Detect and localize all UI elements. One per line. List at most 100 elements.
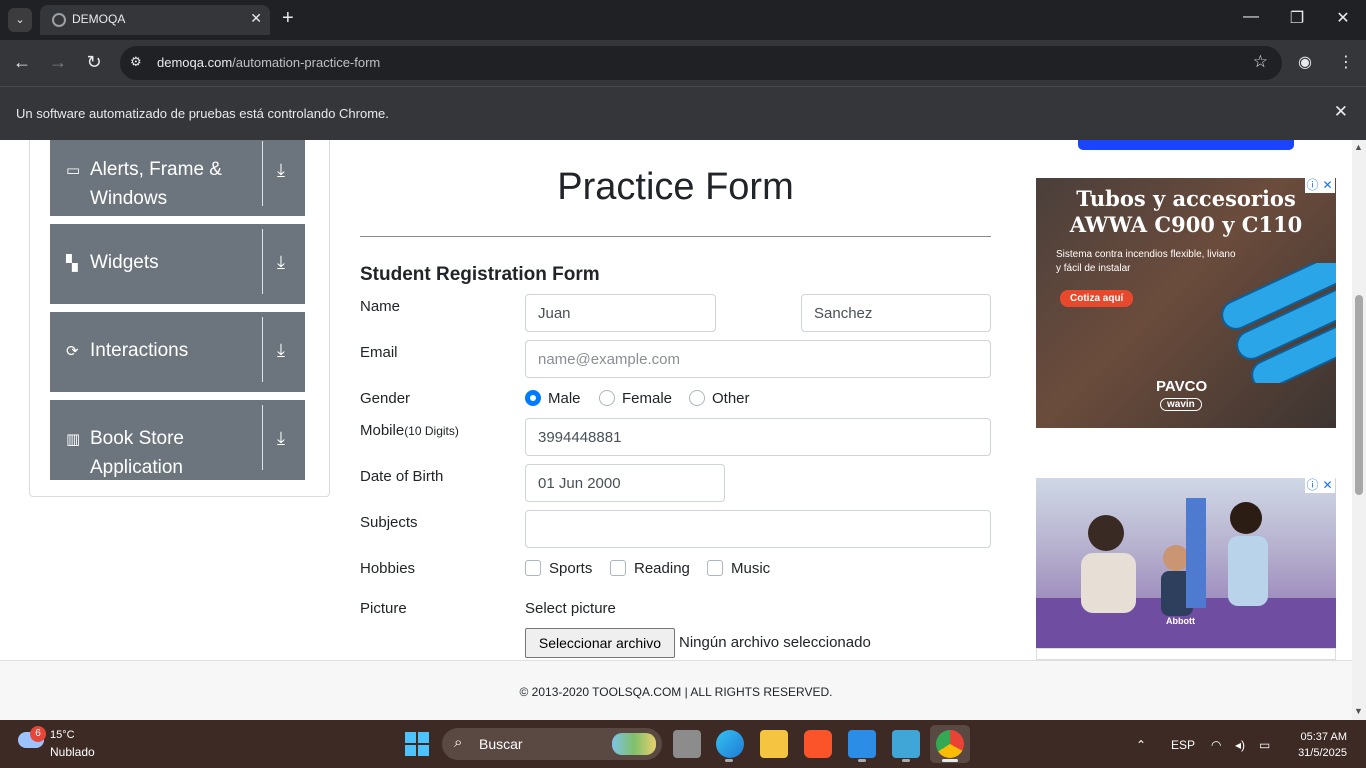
ad-info-icon[interactable]: ⓘ bbox=[1305, 178, 1320, 193]
minimize-button[interactable]: — bbox=[1236, 8, 1266, 26]
sidebar-group-bookstore[interactable]: ▥ Book Store Application ⤓ bbox=[50, 400, 305, 480]
download-arrow-icon[interactable]: ⤓ bbox=[277, 428, 285, 449]
menu-kebab-icon[interactable]: ⋮ bbox=[1338, 52, 1354, 72]
title-divider bbox=[360, 236, 991, 237]
tab-close-icon[interactable]: ✕ bbox=[250, 10, 262, 27]
ad-headline: Tubos y accesorios AWWA C900 y C110 bbox=[1069, 186, 1303, 237]
choose-file-button[interactable]: Seleccionar archivo bbox=[525, 628, 675, 658]
close-window-button[interactable]: ✕ bbox=[1328, 8, 1358, 28]
weather-condition: Nublado bbox=[50, 745, 95, 759]
forward-button[interactable]: → bbox=[46, 52, 70, 73]
hobby-sports-checkbox[interactable] bbox=[525, 560, 541, 576]
interactions-icon: ⟳ bbox=[66, 343, 79, 360]
page-content: ▭ Alerts, Frame & Windows ⤓ ▚ Widgets ⤓ … bbox=[0, 140, 1352, 660]
url-path: /automation-practice-form bbox=[232, 55, 381, 70]
divider bbox=[262, 229, 263, 294]
reload-button[interactable]: ↻ bbox=[82, 52, 106, 73]
mobile-label-text: Mobile bbox=[360, 422, 405, 439]
chevron-down-icon: ⌄ bbox=[15, 14, 25, 26]
infobar-message: Un software automatizado de pruebas está… bbox=[16, 106, 389, 121]
hobby-music-checkbox[interactable] bbox=[707, 560, 723, 576]
hobby-sports-label[interactable]: Sports bbox=[549, 560, 592, 577]
gender-male-label[interactable]: Male bbox=[548, 390, 581, 407]
tab-search-button[interactable]: ⌄ bbox=[8, 8, 32, 32]
wifi-icon[interactable]: ◠ bbox=[1211, 738, 1221, 752]
hobby-reading-checkbox[interactable] bbox=[610, 560, 626, 576]
chrome-icon[interactable] bbox=[936, 730, 964, 758]
file-explorer-icon[interactable] bbox=[760, 730, 788, 758]
volume-icon[interactable]: ◂) bbox=[1235, 738, 1245, 752]
edge-icon[interactable] bbox=[716, 730, 744, 758]
email-label: Email bbox=[360, 344, 398, 361]
sidebar-group-widgets[interactable]: ▚ Widgets ⤓ bbox=[50, 224, 305, 304]
clock-date: 31/5/2025 bbox=[1298, 747, 1347, 759]
sidebar-group-label: Book Store Application bbox=[90, 428, 184, 478]
ad-abbott[interactable]: Abbott bbox=[1036, 478, 1336, 648]
subjects-label: Subjects bbox=[360, 514, 418, 531]
scrollbar-thumb[interactable] bbox=[1355, 295, 1363, 495]
start-button[interactable] bbox=[405, 732, 429, 756]
ad-banner-top[interactable] bbox=[1078, 140, 1294, 150]
running-indicator bbox=[902, 759, 910, 762]
divider bbox=[262, 141, 263, 206]
form-subtitle: Student Registration Form bbox=[360, 264, 600, 285]
widgets-icon: ▚ bbox=[66, 255, 78, 272]
mobile-label: Mobile(10 Digits) bbox=[360, 422, 459, 439]
file-status: Ningún archivo seleccionado bbox=[679, 634, 871, 651]
gender-female-radio[interactable] bbox=[599, 390, 615, 406]
sidebar-group-label: Alerts, Frame & Windows bbox=[90, 159, 222, 209]
restore-button[interactable]: ❐ bbox=[1282, 8, 1312, 28]
site-info-icon[interactable]: ⚙ bbox=[130, 54, 142, 70]
vscode-icon[interactable] bbox=[848, 730, 876, 758]
mobile-hint: (10 Digits) bbox=[404, 424, 459, 438]
ad-cta-button[interactable]: Cotiza aquí bbox=[1060, 290, 1134, 307]
sidebar-group-interactions[interactable]: ⟳ Interactions ⤓ bbox=[50, 312, 305, 392]
last-name-input[interactable]: Sanchez bbox=[801, 294, 991, 332]
hobby-music-label[interactable]: Music bbox=[731, 560, 770, 577]
gender-other-label[interactable]: Other bbox=[712, 390, 750, 407]
gender-female-label[interactable]: Female bbox=[622, 390, 672, 407]
tray-overflow-icon[interactable]: ⌃ bbox=[1136, 738, 1146, 752]
url-host: demoqa.com bbox=[157, 55, 233, 70]
ad-pavco[interactable]: Tubos y accesorios AWWA C900 y C110 Sist… bbox=[1036, 178, 1336, 428]
download-arrow-icon[interactable]: ⤓ bbox=[277, 160, 285, 181]
taskbar-search[interactable]: ⌕ Buscar bbox=[442, 728, 662, 760]
notepad-icon[interactable] bbox=[892, 730, 920, 758]
ad-close-icon[interactable]: ✕ bbox=[1320, 478, 1335, 493]
gender-other-radio[interactable] bbox=[689, 390, 705, 406]
task-view-icon[interactable] bbox=[673, 730, 701, 758]
subjects-input[interactable] bbox=[525, 510, 991, 548]
download-arrow-icon[interactable]: ⤓ bbox=[277, 340, 285, 361]
dob-input[interactable]: 01 Jun 2000 bbox=[525, 464, 725, 502]
pipes-image bbox=[1221, 263, 1336, 383]
profile-icon[interactable]: ◉ bbox=[1298, 52, 1312, 72]
battery-icon[interactable]: ▭ bbox=[1259, 738, 1270, 752]
new-tab-button[interactable]: + bbox=[282, 7, 294, 30]
first-name-input[interactable]: Juan bbox=[525, 294, 716, 332]
ad-info-icon[interactable]: ⓘ bbox=[1305, 478, 1320, 493]
brave-icon[interactable] bbox=[804, 730, 832, 758]
running-indicator bbox=[725, 759, 733, 762]
back-button[interactable]: ← bbox=[10, 52, 34, 73]
url-text[interactable]: demoqa.com/automation-practice-form bbox=[157, 55, 380, 70]
dob-label: Date of Birth bbox=[360, 468, 444, 485]
select-picture-label: Select picture bbox=[525, 600, 616, 617]
taskbar-clock[interactable]: 05:37 AM 31/5/2025 bbox=[1290, 729, 1347, 761]
scroll-up-arrow-icon[interactable]: ▲ bbox=[1354, 142, 1363, 152]
email-input[interactable]: name@example.com bbox=[525, 340, 991, 378]
window-icon: ▭ bbox=[66, 162, 81, 179]
scroll-down-arrow-icon[interactable]: ▼ bbox=[1354, 706, 1363, 716]
mobile-input[interactable]: 3994448881 bbox=[525, 418, 991, 456]
ad-close-icon[interactable]: ✕ bbox=[1320, 178, 1335, 193]
picture-label: Picture bbox=[360, 600, 407, 617]
taskbar-search-placeholder: Buscar bbox=[479, 736, 523, 752]
infobar-close-icon[interactable]: ✕ bbox=[1334, 102, 1348, 122]
sidebar-group-alerts[interactable]: ▭ Alerts, Frame & Windows ⤓ bbox=[50, 140, 305, 216]
browser-tab[interactable]: DEMOQA ✕ bbox=[40, 5, 270, 35]
language-indicator[interactable]: ESP bbox=[1171, 738, 1195, 752]
bookmark-star-icon[interactable]: ☆ bbox=[1253, 52, 1268, 72]
download-arrow-icon[interactable]: ⤓ bbox=[277, 252, 285, 273]
gender-male-radio[interactable] bbox=[525, 390, 541, 406]
hobby-reading-label[interactable]: Reading bbox=[634, 560, 690, 577]
address-bar[interactable]: ⚙ demoqa.com/automation-practice-form ☆ bbox=[120, 46, 1282, 80]
